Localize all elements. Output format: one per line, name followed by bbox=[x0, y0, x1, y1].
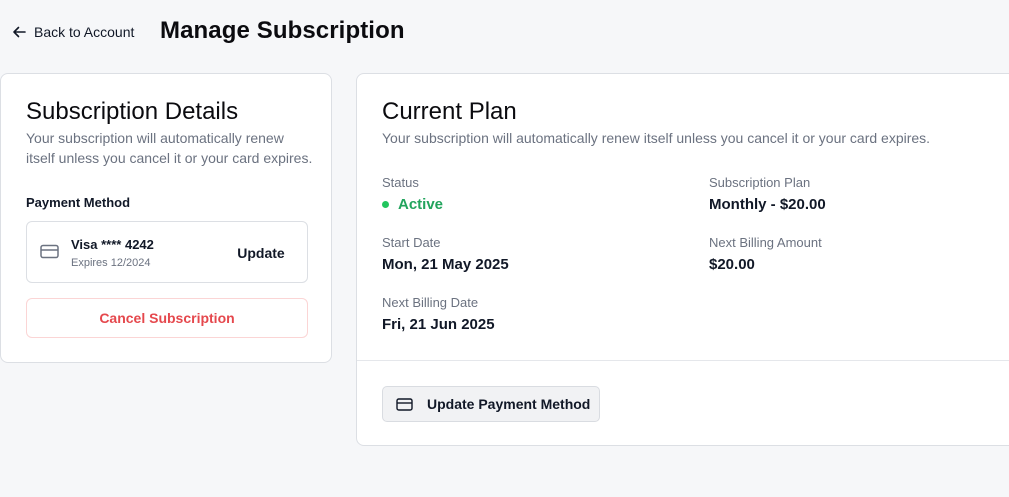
payment-method-box: Visa **** 4242 Expires 12/2024 Update bbox=[26, 221, 308, 283]
card-description: Your subscription will automatically ren… bbox=[26, 130, 313, 166]
current-plan-card: Current Plan Your subscription will auto… bbox=[356, 73, 1009, 446]
subscription-details-card: Subscription Details Your subscription w… bbox=[0, 73, 332, 363]
card-name: Visa **** 4242 bbox=[71, 237, 154, 252]
top-bar: Back to Account Manage Subscription bbox=[0, 0, 1009, 66]
card-description: Your subscription will automatically ren… bbox=[382, 130, 931, 146]
start-date-label: Start Date bbox=[382, 235, 441, 250]
card-title: Subscription Details bbox=[26, 98, 239, 125]
update-card-button[interactable]: Update bbox=[227, 236, 295, 270]
back-to-account-link[interactable]: Back to Account bbox=[12, 22, 134, 42]
start-date-value: Mon, 21 May 2025 bbox=[382, 256, 509, 273]
status-badge: Active bbox=[382, 196, 443, 213]
status-dot-icon bbox=[382, 201, 389, 208]
card-title: Current Plan bbox=[382, 98, 517, 125]
update-payment-method-label: Update Payment Method bbox=[427, 396, 591, 412]
status-label: Status bbox=[382, 175, 419, 190]
next-billing-amount-label: Next Billing Amount bbox=[709, 235, 822, 250]
divider bbox=[357, 360, 1009, 361]
status-value: Active bbox=[398, 196, 444, 213]
next-billing-date-label: Next Billing Date bbox=[382, 295, 479, 310]
credit-card-icon bbox=[40, 244, 59, 259]
payment-method-label: Payment Method bbox=[26, 195, 131, 210]
card-expiry: Expires 12/2024 bbox=[71, 257, 151, 269]
back-link-label: Back to Account bbox=[34, 24, 135, 40]
cancel-subscription-button[interactable]: Cancel Subscription bbox=[26, 298, 308, 338]
subscription-plan-label: Subscription Plan bbox=[709, 175, 811, 190]
subscription-plan-value: Monthly - $20.00 bbox=[709, 196, 826, 213]
page-title: Manage Subscription bbox=[160, 17, 405, 44]
update-payment-method-button[interactable]: Update Payment Method bbox=[382, 386, 600, 422]
credit-card-icon bbox=[396, 397, 413, 411]
next-billing-amount-value: $20.00 bbox=[709, 256, 755, 273]
next-billing-date-value: Fri, 21 Jun 2025 bbox=[382, 316, 495, 333]
arrow-left-icon bbox=[13, 26, 26, 38]
